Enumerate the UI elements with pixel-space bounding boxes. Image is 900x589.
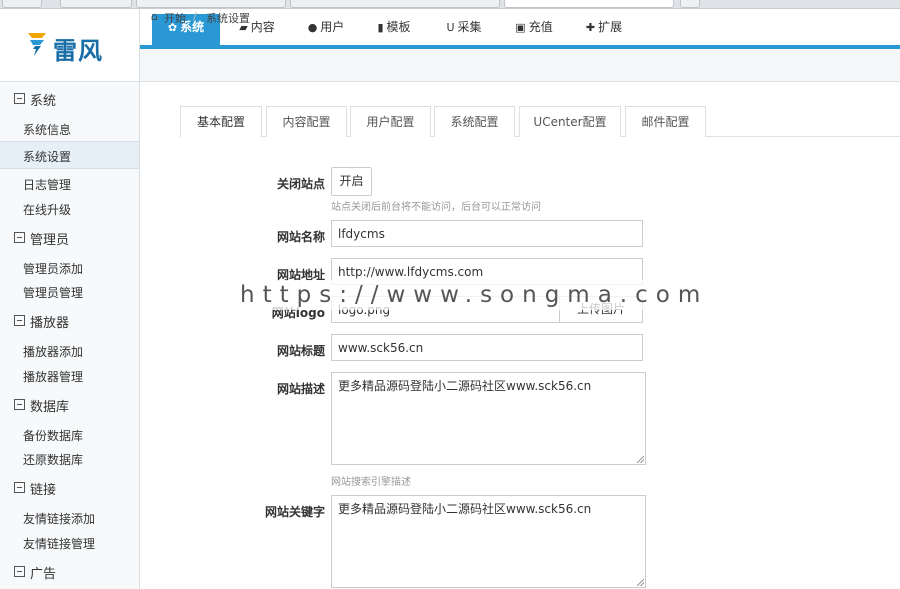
tab-ucenter-config[interactable]: UCenter配置 — [519, 106, 621, 137]
magnet-icon: U — [446, 21, 455, 34]
sidebar-group-player[interactable]: 播放器 — [0, 312, 140, 332]
collapse-icon — [14, 482, 25, 493]
sidebar-item-system-settings[interactable]: 系统设置 — [0, 141, 139, 169]
browser-tab[interactable] — [136, 0, 286, 8]
collapse-icon — [14, 315, 25, 326]
sidebar-item-system-info[interactable]: 系统信息 — [0, 117, 139, 139]
site-description-textarea[interactable]: 更多精品源码登陆小二源码社区www.sck56.cn — [331, 372, 646, 465]
sidebar-item-admin-add[interactable]: 管理员添加 — [0, 256, 139, 278]
collapse-icon — [14, 93, 25, 104]
logo-area: 雷风 — [0, 9, 140, 82]
browser-tab[interactable] — [290, 0, 500, 8]
sidebar-group-admin[interactable]: 管理员 — [0, 229, 140, 249]
browser-tab-strip — [0, 0, 900, 9]
tab-mail-config[interactable]: 邮件配置 — [625, 106, 706, 137]
browser-tab[interactable] — [60, 0, 132, 8]
tab-user-config[interactable]: 用户配置 — [350, 106, 431, 137]
sidebar-group-system[interactable]: 系统 — [0, 90, 140, 110]
close-site-toggle-button[interactable]: 开启 — [331, 167, 372, 196]
sidebar-item-friend-link-add[interactable]: 友情链接添加 — [0, 506, 139, 528]
watermark-text: https://www.songma.com — [214, 280, 700, 310]
tab-system-config[interactable]: 系统配置 — [434, 106, 515, 137]
site-name-label: 网站名称 — [276, 230, 325, 244]
sidebar-item-online-upgrade[interactable]: 在线升级 — [0, 197, 139, 219]
sidebar-group-database[interactable]: 数据库 — [0, 396, 140, 416]
new-tab-button[interactable] — [680, 0, 700, 8]
sidebar-item-backup-database[interactable]: 备份数据库 — [0, 423, 139, 445]
file-icon: ▮ — [377, 21, 384, 34]
breadcrumb-home[interactable]: 开始 — [164, 10, 186, 26]
site-title-input[interactable]: www.sck56.cn — [331, 334, 643, 361]
collapse-icon — [14, 232, 25, 243]
breadcrumb-separator: / — [193, 10, 197, 23]
site-keywords-textarea[interactable]: 更多精品源码登陆小二源码社区www.sck56.cn — [331, 495, 646, 588]
collapse-icon — [14, 399, 25, 410]
user-icon: ● — [307, 21, 318, 34]
site-description-label: 网站描述 — [276, 382, 325, 396]
sidebar-group-links[interactable]: 链接 — [0, 479, 140, 499]
close-site-label: 关闭站点 — [276, 177, 325, 191]
resize-grip-icon[interactable] — [637, 579, 644, 586]
sidebar-group-ads[interactable]: 广告 — [0, 563, 140, 583]
nav-tab-recharge[interactable]: ▣ 充值 — [506, 14, 562, 45]
nav-tab-collect[interactable]: U 采集 — [436, 14, 492, 45]
breadcrumb-current: 系统设置 — [206, 12, 250, 25]
sidebar-item-player-manage[interactable]: 播放器管理 — [0, 364, 139, 386]
home-icon: ⌂ — [151, 10, 158, 23]
site-description-hint: 网站搜索引擎描述 — [331, 477, 411, 488]
site-name-input[interactable]: lfdycms — [331, 220, 643, 247]
sidebar-item-admin-manage[interactable]: 管理员管理 — [0, 280, 139, 302]
browser-tab-active[interactable] — [504, 0, 674, 8]
site-keywords-label: 网站关键字 — [264, 505, 325, 519]
site-title-label: 网站标题 — [276, 344, 325, 358]
lightning-logo-icon — [28, 33, 46, 56]
nav-tab-template[interactable]: ▮ 模板 — [366, 14, 422, 45]
collapse-icon — [14, 566, 25, 577]
breadcrumb — [140, 49, 900, 82]
puzzle-icon: ✚ — [585, 21, 596, 34]
sidebar-item-log-management[interactable]: 日志管理 — [0, 172, 139, 194]
sidebar-item-player-add[interactable]: 播放器添加 — [0, 339, 139, 361]
sidebar-item-friend-link-manage[interactable]: 友情链接管理 — [0, 531, 139, 553]
money-icon: ▣ — [515, 21, 526, 34]
nav-tab-extend[interactable]: ✚ 扩展 — [576, 14, 632, 45]
tab-basic-config[interactable]: 基本配置 — [180, 106, 262, 138]
resize-grip-icon[interactable] — [637, 456, 644, 463]
close-site-hint: 站点关闭后前台将不能访问，后台可以正常访问 — [331, 202, 541, 213]
sidebar-item-restore-database[interactable]: 还原数据库 — [0, 447, 139, 469]
tab-content-config[interactable]: 内容配置 — [266, 106, 347, 137]
brand-name: 雷风 — [53, 37, 103, 65]
browser-tab[interactable] — [2, 0, 42, 8]
nav-tab-user[interactable]: ● 用户 — [298, 14, 354, 45]
